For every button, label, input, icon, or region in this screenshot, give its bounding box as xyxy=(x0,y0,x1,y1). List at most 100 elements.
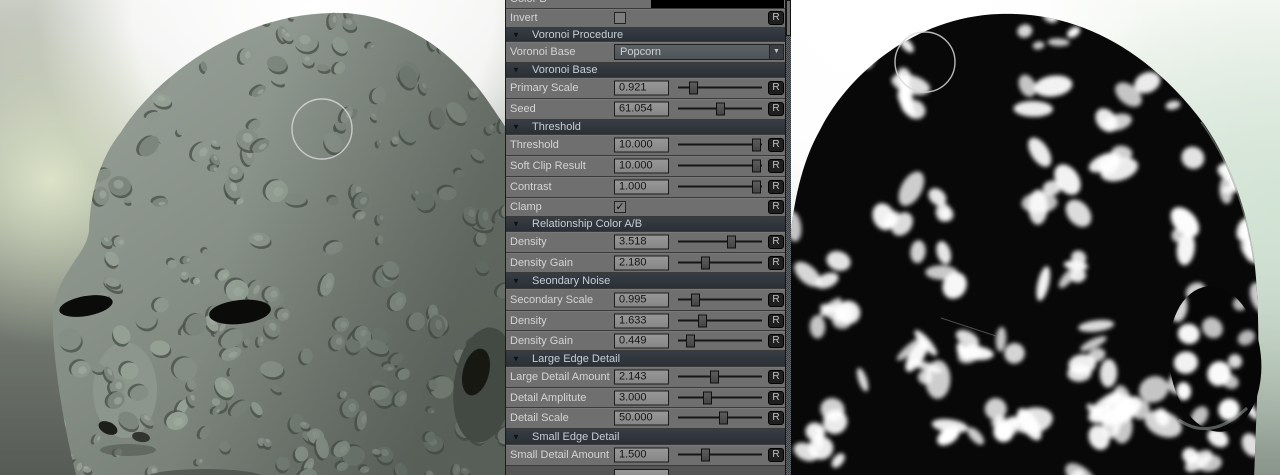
param-label: Density xyxy=(510,236,547,248)
soft-clip-result-slider[interactable] xyxy=(678,160,762,173)
detail-amplitute-slider[interactable] xyxy=(678,391,762,404)
reset-button[interactable]: R xyxy=(768,235,784,249)
section-header-label: Voronoi Procedure xyxy=(532,29,623,41)
param-value-field[interactable]: 0.449 xyxy=(614,333,669,348)
secondary-scale-row: Secondary Scale0.995R xyxy=(506,289,785,310)
param-value-field[interactable]: 0.921 xyxy=(614,81,669,96)
slider-handle[interactable] xyxy=(691,293,700,306)
param-value-field[interactable]: 50.000 xyxy=(614,411,669,426)
section-header-voronoi-procedure[interactable]: ▼Voronoi Procedure xyxy=(506,28,785,41)
density-gain-slider[interactable] xyxy=(678,334,762,347)
section-header-voronoi-base[interactable]: ▼ Voronoi Base xyxy=(506,63,785,77)
primary-scale-slider[interactable] xyxy=(678,82,762,95)
slider-handle[interactable] xyxy=(686,334,695,347)
slider-handle[interactable] xyxy=(752,181,761,194)
section-header-relationship-color-a-b[interactable]: ▼Relationship Color A/B xyxy=(506,217,785,231)
slider-handle[interactable] xyxy=(727,236,736,249)
contrast-slider[interactable] xyxy=(678,181,762,194)
param-value-field[interactable]: 3.000 xyxy=(614,390,669,405)
density-row: Density 3.518 R xyxy=(506,232,785,252)
density-slider[interactable] xyxy=(678,314,762,327)
voronoi-base-dropdown[interactable]: Popcorn ▼ xyxy=(614,44,784,60)
slider-handle[interactable] xyxy=(752,160,761,173)
slider-handle[interactable] xyxy=(710,371,719,384)
reset-button[interactable]: R xyxy=(768,448,784,462)
chevron-down-icon[interactable]: ▼ xyxy=(769,45,783,59)
param-value-field[interactable]: 61.054 xyxy=(614,102,669,117)
slider-handle[interactable] xyxy=(689,82,698,95)
slider-handle[interactable] xyxy=(719,412,728,425)
slider-handle[interactable] xyxy=(701,449,710,462)
param-value-field[interactable]: 10.000 xyxy=(614,138,669,153)
color-b-row: Color B xyxy=(506,0,785,8)
threshold-slider[interactable] xyxy=(678,139,762,152)
section-header-threshold[interactable]: ▼ Threshold xyxy=(506,120,785,134)
color-b-swatch[interactable] xyxy=(651,0,784,8)
param-label: Seed xyxy=(510,103,536,115)
param-value-field[interactable]: 2.143 xyxy=(614,370,669,385)
reset-button[interactable]: R xyxy=(768,180,784,194)
reset-button[interactable]: R xyxy=(768,314,784,328)
param-label: Contrast xyxy=(510,181,552,193)
reset-button[interactable]: R xyxy=(768,159,784,173)
reset-button[interactable]: R xyxy=(768,102,784,116)
param-label: Threshold xyxy=(510,139,559,151)
param-label: Small Detail Amount xyxy=(510,449,609,461)
param-label: Detail Scale xyxy=(510,412,569,424)
slider-handle[interactable] xyxy=(716,103,725,116)
param-label: Primary Scale xyxy=(510,82,578,94)
clamp-checkbox[interactable]: ✓ xyxy=(614,201,626,213)
reset-button[interactable]: R xyxy=(768,11,784,25)
param-value-field[interactable]: 1.633 xyxy=(614,313,669,328)
section-header-small-edge-detail[interactable]: ▼Small Edge Detail xyxy=(506,429,785,444)
section-header-label: Large Edge Detail xyxy=(532,353,620,365)
reset-button[interactable]: R xyxy=(768,370,784,384)
slider-handle[interactable] xyxy=(701,256,710,269)
param-label: Density xyxy=(510,315,547,327)
param-value-field[interactable]: 2.180 xyxy=(614,255,669,270)
dropdown-selected-value: Popcorn xyxy=(620,46,661,58)
reset-button[interactable]: R xyxy=(768,200,784,214)
param-value-field[interactable]: 10.000 xyxy=(614,159,669,174)
density-slider[interactable] xyxy=(678,236,762,249)
section-header-label: Voronoi Base xyxy=(532,64,597,76)
reset-button[interactable]: R xyxy=(768,138,784,152)
reset-button[interactable]: R xyxy=(768,391,784,405)
seed-slider[interactable] xyxy=(678,103,762,116)
collapse-triangle-icon: ▼ xyxy=(512,123,520,132)
reset-button[interactable]: R xyxy=(768,256,784,270)
param-value-field[interactable]: 1.000 xyxy=(614,180,669,195)
large-detail-amount-slider[interactable] xyxy=(678,371,762,384)
param-value-field[interactable]: 3.518 xyxy=(614,235,669,250)
density-row: Density 1.633 R xyxy=(506,311,785,330)
reset-button[interactable]: R xyxy=(768,334,784,348)
slider-handle[interactable] xyxy=(752,139,761,152)
param-value-field[interactable]: 0.995 xyxy=(614,292,669,307)
clamp-row: Clamp ✓ R xyxy=(506,198,785,216)
density-gain-slider[interactable] xyxy=(678,256,762,269)
collapse-triangle-icon: ▼ xyxy=(512,354,520,363)
slider-handle[interactable] xyxy=(703,391,712,404)
invert-checkbox[interactable] xyxy=(614,12,626,24)
slider-handle[interactable] xyxy=(698,314,707,327)
param-label: Density Gain xyxy=(510,335,573,347)
reset-button[interactable]: R xyxy=(768,81,784,95)
section-header-label: Threshold xyxy=(532,121,581,133)
section-header-large-edge-detail[interactable]: ▼ Large Edge Detail xyxy=(506,351,785,366)
param-value-field[interactable] xyxy=(614,469,669,475)
secondary-scale-slider[interactable] xyxy=(678,293,762,306)
reset-button[interactable]: R xyxy=(768,293,784,307)
collapse-triangle-icon: ▼ xyxy=(512,66,520,75)
large-detail-amount-row: Large Detail Amount2.143R xyxy=(506,367,785,387)
texture-preview-viewport[interactable] xyxy=(791,0,1280,475)
detail-scale-slider[interactable] xyxy=(678,412,762,425)
param-label: Density Gain xyxy=(510,257,573,269)
section-header-seondary-noise[interactable]: ▼Seondary Noise xyxy=(506,273,785,288)
reset-button[interactable]: R xyxy=(768,411,784,425)
section-header-label: Seondary Noise xyxy=(532,275,610,287)
param-label: Clamp xyxy=(510,201,542,213)
small-detail-amount-slider[interactable] xyxy=(678,449,762,462)
sculpt-viewport[interactable] xyxy=(0,0,505,475)
param-value-field[interactable]: 1.500 xyxy=(614,448,669,463)
section-header-label: Small Edge Detail xyxy=(532,431,619,443)
